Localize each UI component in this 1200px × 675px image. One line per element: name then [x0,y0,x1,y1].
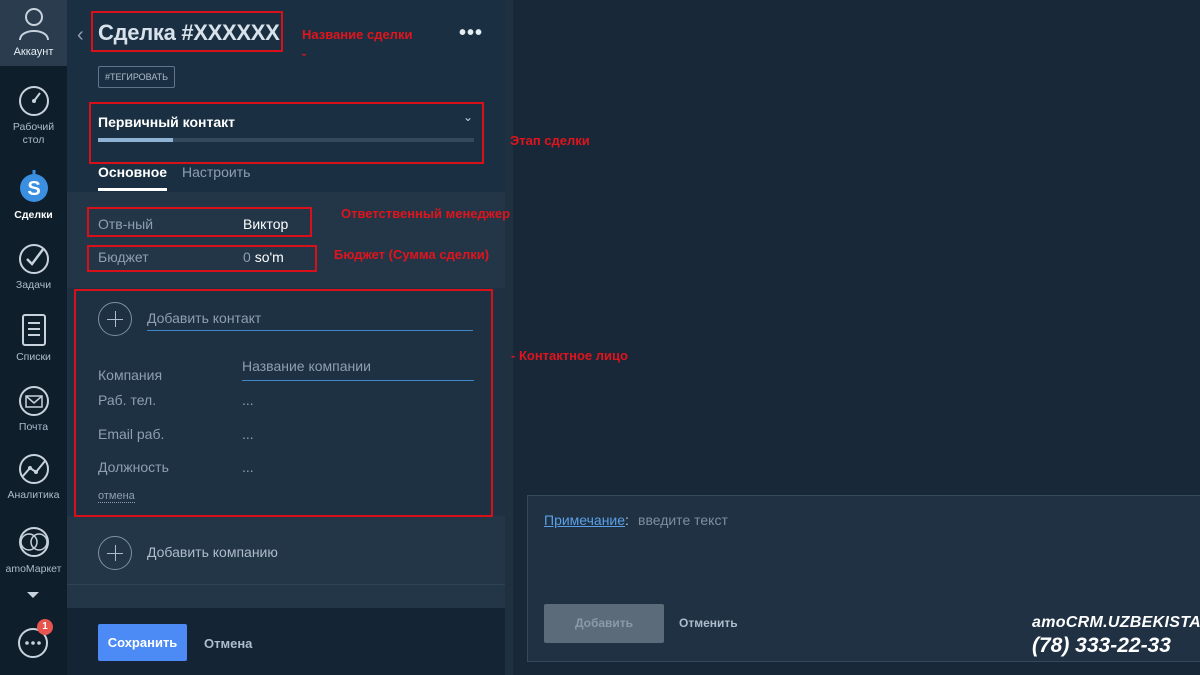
notification-badge: 1 [37,619,53,635]
analytics-icon [18,454,49,484]
gauge-icon [18,86,49,116]
list-icon [21,314,46,346]
divider [67,584,505,585]
add-company-button[interactable]: Добавить компанию [147,544,278,560]
tab-main[interactable]: Основное [98,164,168,191]
deal-footer: Сохранить Отмена [67,608,505,675]
svg-text:S: S [27,178,40,200]
dollar-icon: S [19,170,48,202]
note-colon: : [625,512,629,528]
nav-item-dashboard[interactable]: Рабочий стол [0,84,67,147]
nav-item-label: Задачи [15,279,52,291]
tab-settings[interactable]: Настроить [182,164,250,180]
annotation-box-contact [74,289,493,517]
nav-item-label: Почта [18,421,49,433]
annotation-box-deal-stage [89,102,484,164]
cancel-button[interactable]: Отмена [204,636,252,651]
note-type-link[interactable]: Примечание [544,512,625,528]
user-avatar-icon [19,8,49,40]
annotation-box-deal-name [91,11,283,52]
annotation-budget: Бюджет (Сумма сделки) [334,247,490,262]
annotation-contact: - Контактное лицо [511,348,628,363]
chevron-down-icon[interactable] [27,592,39,598]
brand-phone: (78) 333-22-33 [1032,634,1171,657]
market-icon [18,527,49,557]
save-button[interactable]: Сохранить [98,624,187,661]
nav-account-label: Аккаунт [13,46,54,58]
note-add-button[interactable]: Добавить [544,604,664,643]
nav-item-label: Рабочий [12,121,55,133]
nav-item-label: amoМаркет [5,563,62,575]
add-company-plus-icon[interactable] [98,536,132,570]
annotation-deal-name: Название сделки [302,27,413,42]
note-text-input[interactable]: введите текст [638,512,728,528]
nav-item-market[interactable]: amoМаркет [0,524,67,576]
more-menu-icon[interactable]: ••• [459,22,483,45]
note-cancel-button[interactable]: Отменить [679,616,738,630]
annotation-deal-stage: Этап сделки [510,133,590,148]
scrollbar[interactable] [505,0,513,675]
nav-item-label: Аналитика [7,489,60,501]
back-chevron-icon[interactable]: ‹ [77,24,84,47]
mail-icon [18,386,49,416]
nav-item-tasks[interactable]: Задачи [0,242,67,292]
nav-item-mail[interactable]: Почта [0,384,67,434]
nav-item-label: Списки [16,351,51,363]
nav-item-label: Сделки [14,209,53,221]
left-navigation: Аккаунт Рабочий стол S Сделки Задачи Спи… [0,0,67,675]
annotation-box-budget [87,245,317,272]
brand-name: amoCRM.UZBEKISTAN [1032,614,1200,631]
nav-account[interactable]: Аккаунт [0,0,67,66]
tag-button[interactable]: #ТЕГИРОВАТЬ [98,66,176,88]
nav-item-analytics[interactable]: Аналитика [0,452,67,502]
annotation-dash: - [302,46,307,61]
brand-watermark: amoCRM.UZBEKISTAN (78) 333-22-33 [1032,614,1200,658]
nav-item-label: стол [22,134,45,146]
annotation-box-responsible [87,207,312,237]
annotation-responsible: Ответственный менеджер [341,206,511,221]
nav-item-deals[interactable]: S Сделки [0,168,67,222]
nav-item-lists[interactable]: Списки [0,312,67,364]
check-circle-icon [18,244,49,274]
